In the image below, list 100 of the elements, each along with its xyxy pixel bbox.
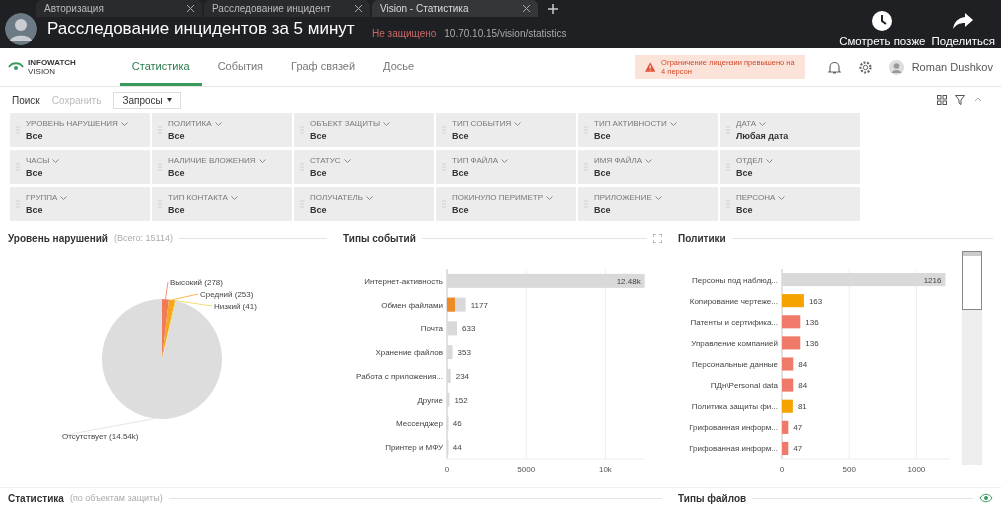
slice-label: Отсутствует (14.54k)	[62, 432, 139, 441]
filter-field[interactable]: ОТДЕЛ Все	[720, 150, 860, 184]
category-label: ПДн\Personal data	[710, 381, 778, 391]
eye-icon[interactable]	[979, 493, 993, 503]
warning-icon	[644, 61, 656, 73]
filter-icon[interactable]	[955, 95, 965, 105]
value-label: 152	[454, 395, 468, 405]
address-url[interactable]: 10.70.10.15/vision/statistics	[444, 28, 567, 39]
filter-value: Все	[168, 168, 186, 178]
user-icon[interactable]	[888, 59, 904, 75]
close-icon[interactable]	[187, 5, 194, 12]
category-label: Персоны под наблюд...	[692, 275, 778, 285]
chevron-down-icon	[230, 195, 238, 200]
filter-value: Все	[452, 168, 470, 178]
filter-field[interactable]: ОБЪЕКТ ЗАЩИТЫ Все	[294, 113, 434, 147]
category-label: Принтер и МФУ	[385, 443, 443, 453]
nav-tab[interactable]: События	[205, 48, 276, 86]
toolbar-action[interactable]: Поиск	[12, 94, 40, 106]
bell-icon[interactable]	[826, 59, 842, 75]
logo-icon	[8, 62, 24, 72]
slice-label: Высокий (278)	[170, 278, 223, 287]
filter-field[interactable]: ТИП КОНТАКТА Все	[152, 187, 292, 221]
filter-field[interactable]: ПОЛУЧАТЕЛЬ Все	[294, 187, 434, 221]
filter-label: ТИП КОНТАКТА	[168, 193, 228, 202]
filter-value: Все	[452, 131, 470, 141]
browser-tab[interactable]: Авторизация	[36, 0, 202, 17]
filter-field[interactable]: ПОКИНУЛО ПЕРИМЕТР Все	[436, 187, 576, 221]
filter-field[interactable]: ЧАСЫ Все	[10, 150, 150, 184]
caret-icon	[166, 98, 172, 102]
filter-field[interactable]: ПОЛИТИКА Все	[152, 113, 292, 147]
filter-field[interactable]: СТАТУС Все	[294, 150, 434, 184]
value-label: 47	[793, 423, 803, 433]
tick-label: 500	[842, 465, 856, 474]
close-icon[interactable]	[355, 5, 362, 12]
filter-label: ИМЯ ФАЙЛА	[594, 156, 642, 165]
category-label: Персональные данные	[692, 360, 778, 369]
nav-tab[interactable]: Досье	[371, 48, 427, 86]
filter-field[interactable]: ТИП АКТИВНОСТИ Все	[578, 113, 718, 147]
clock-icon[interactable]	[871, 10, 894, 32]
filter-value: Все	[310, 131, 328, 141]
settings-icon[interactable]	[857, 59, 873, 75]
filter-label: НАЛИЧИЕ ВЛОЖЕНИЯ	[168, 156, 256, 165]
video-action[interactable]: Поделиться	[931, 35, 995, 47]
filter-value: Все	[310, 205, 328, 215]
filter-field[interactable]: УРОВЕНЬ НАРУШЕНИЯ Все	[10, 113, 150, 147]
user-name[interactable]: Roman Dushkov	[911, 61, 993, 73]
nav-tab[interactable]: Статистика	[119, 48, 202, 86]
category-label: Мессенджер	[396, 419, 443, 429]
chevron-down-icon	[765, 158, 773, 163]
category-label: Хранение файлов	[375, 348, 443, 358]
panel-title: Уровень нарушений	[8, 232, 108, 244]
filter-field[interactable]: ТИП ФАЙЛА Все	[436, 150, 576, 184]
category-label: Почта	[420, 324, 443, 334]
nav-tab[interactable]: Граф связей	[279, 48, 368, 86]
chevron-down-icon	[60, 195, 68, 200]
filter-value: Все	[736, 205, 754, 215]
filter-field[interactable]: ПРИЛОЖЕНИЕ Все	[578, 187, 718, 221]
category-label: Политика защиты фи...	[691, 402, 778, 412]
leader-line	[165, 281, 169, 300]
filter-value: Все	[594, 131, 612, 141]
filter-field[interactable]: НАЛИЧИЕ ВЛОЖЕНИЯ Все	[152, 150, 292, 184]
value-label: 1216	[923, 275, 942, 285]
avatar[interactable]	[5, 12, 37, 45]
category-label: Копирование чертеже...	[689, 296, 778, 306]
filter-field[interactable]: ТИП СОБЫТИЯ Все	[436, 113, 576, 147]
category-label: Патенты и сертифика...	[690, 317, 778, 327]
filter-label: ТИП ФАЙЛА	[452, 156, 499, 165]
value-label: 136	[805, 338, 819, 348]
chevron-down-icon	[501, 158, 509, 163]
close-icon[interactable]	[523, 5, 530, 12]
chevron-down-icon	[52, 158, 60, 163]
queries-dropdown[interactable]: Запросы	[113, 91, 181, 109]
filter-field[interactable]: ИМЯ ФАЙЛА Все	[578, 150, 718, 184]
chevron-down-icon	[214, 121, 222, 126]
filter-field[interactable]: ПЕРСОНА Все	[720, 187, 860, 221]
filter-field[interactable]: ДАТА Любая дата	[720, 113, 860, 147]
browser-tab[interactable]: Расследование инцидент	[204, 0, 370, 17]
filter-value: Все	[452, 205, 470, 215]
value-label: 81	[797, 402, 807, 412]
logo-text: INFOWATCH	[28, 58, 76, 67]
grid-icon[interactable]	[937, 95, 947, 105]
category-label: Грифованная информ...	[689, 423, 778, 433]
browser-tab[interactable]: Vision - Статистика	[372, 0, 538, 17]
video-title[interactable]: Расследование инцидентов за 5 минут	[47, 18, 355, 39]
plus-icon[interactable]	[548, 4, 558, 14]
filter-label: ТИП СОБЫТИЯ	[452, 119, 512, 128]
category-label: Обмен файлами	[381, 300, 443, 310]
filter-label: ЧАСЫ	[26, 156, 50, 165]
filter-value: Все	[168, 131, 186, 141]
filter-label: ПОЛУЧАТЕЛЬ	[310, 193, 363, 202]
expand-icon[interactable]	[653, 233, 662, 243]
value-label: 84	[798, 381, 808, 391]
value-label: 47	[793, 444, 803, 454]
chevron-down-icon	[258, 158, 266, 163]
tick-label: 0	[779, 465, 785, 474]
video-action[interactable]: Смотреть позже	[839, 35, 926, 47]
filter-field[interactable]: ГРУППА Все	[10, 187, 150, 221]
logo-subtext: VISION	[28, 67, 57, 76]
chevron-down-icon	[514, 121, 522, 126]
value-label: 234	[455, 371, 470, 381]
